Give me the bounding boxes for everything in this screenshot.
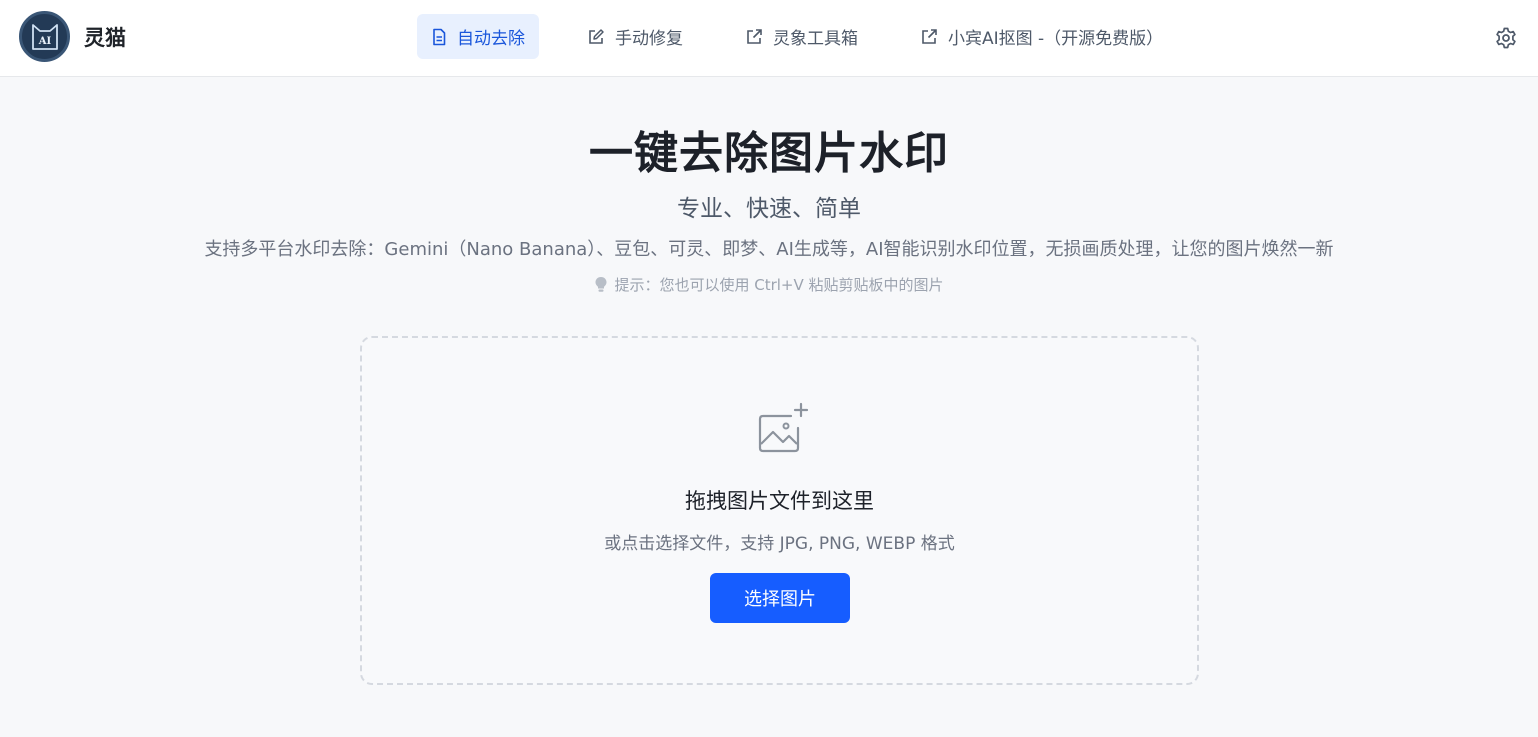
page-description: 支持多平台水印去除：Gemini（Nano Banana）、豆包、可灵、即梦、A… xyxy=(204,239,1334,260)
brand[interactable]: AI 灵猫 xyxy=(19,11,126,62)
page-title: 一键去除图片水印 xyxy=(589,128,949,179)
nav-auto-remove[interactable]: 自动去除 xyxy=(417,14,539,59)
add-image-icon xyxy=(757,402,809,458)
settings-button[interactable] xyxy=(1494,26,1518,50)
paste-tip: 提示：您也可以使用 Ctrl+V 粘贴剪贴板中的图片 xyxy=(0,274,1538,295)
main-nav: 自动去除 手动修复 灵象工具箱 小宾AI抠图 -（开源免费版） xyxy=(417,14,1177,59)
logo-cat-icon: AI xyxy=(19,11,70,62)
document-icon xyxy=(433,28,446,45)
dropzone-hint: 或点击选择文件，支持 JPG, PNG, WEBP 格式 xyxy=(604,534,955,554)
nav-label: 小宾AI抠图 -（开源免费版） xyxy=(948,29,1164,49)
nav-label: 手动修复 xyxy=(615,29,683,49)
logo-text: AI xyxy=(37,36,51,47)
nav-manual-repair[interactable]: 手动修复 xyxy=(573,14,697,59)
external-link-icon xyxy=(747,28,762,44)
dropzone-title: 拖拽图片文件到这里 xyxy=(685,489,874,513)
gear-icon xyxy=(1496,27,1516,49)
page-subtitle: 专业、快速、简单 xyxy=(677,196,861,222)
lightbulb-icon xyxy=(595,277,607,292)
upload-dropzone[interactable]: 拖拽图片文件到这里 或点击选择文件，支持 JPG, PNG, WEBP 格式 选… xyxy=(360,336,1199,685)
nav-cutout-link[interactable]: 小宾AI抠图 -（开源免费版） xyxy=(906,14,1177,59)
tip-text: 提示：您也可以使用 Ctrl+V 粘贴剪贴板中的图片 xyxy=(614,276,944,294)
nav-label: 灵象工具箱 xyxy=(773,29,858,49)
nav-label: 自动去除 xyxy=(457,29,525,49)
external-link-icon xyxy=(922,28,937,44)
edit-icon xyxy=(589,28,604,44)
app-title: 灵猫 xyxy=(84,25,126,50)
nav-toolbox-link[interactable]: 灵象工具箱 xyxy=(731,14,872,59)
select-image-button[interactable]: 选择图片 xyxy=(710,573,850,623)
top-bar: AI 灵猫 自动去除 手动修复 灵象工具箱 小宾AI抠图 -（开源免费版） xyxy=(0,0,1538,77)
